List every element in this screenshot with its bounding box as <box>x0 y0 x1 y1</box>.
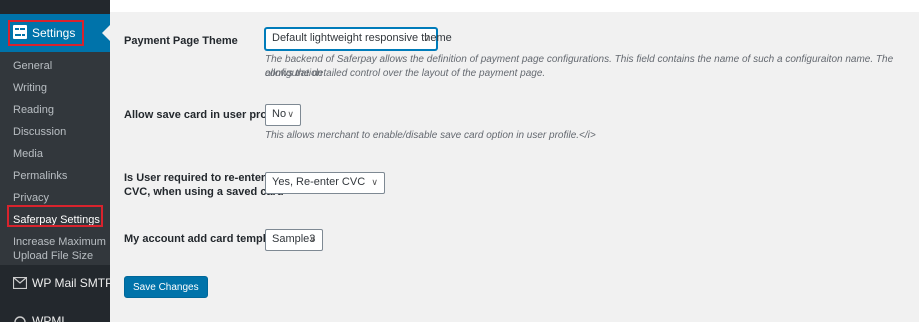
card-template-select[interactable]: Sample3 ∨ <box>265 229 323 251</box>
sidebar-item-reading[interactable]: Reading <box>13 104 54 116</box>
reenter-cvc-label-line1: Is User required to re-enter his <box>124 172 285 184</box>
payment-page-theme-select[interactable]: Default lightweight responsive theme ∨ <box>265 28 452 50</box>
chevron-down-icon: ∨ <box>423 33 430 43</box>
payment-page-theme-desc-line2: allows the detailed control over the lay… <box>265 68 546 79</box>
allow-save-card-label: Allow save card in user profile <box>124 109 283 121</box>
sidebar-item-wpml[interactable]: WPML <box>0 306 110 322</box>
payment-page-theme-label: Payment Page Theme <box>124 35 238 47</box>
wpml-icon <box>13 315 27 322</box>
allow-save-card-value: No <box>272 108 287 120</box>
save-changes-button[interactable]: Save Changes <box>124 276 208 298</box>
allow-save-card-select[interactable]: No ∨ <box>265 104 301 126</box>
top-bar <box>110 0 919 12</box>
sidebar-item-wp-mail-smtp[interactable]: WP Mail SMTP <box>0 268 114 298</box>
sidebar-top-strip <box>0 0 110 14</box>
card-template-label: My account add card template <box>124 233 282 245</box>
sidebar-item-wpml-label: WPML <box>32 314 68 322</box>
sidebar-item-increase-max-upload[interactable]: Increase Maximum <box>13 236 106 248</box>
sidebar-item-privacy[interactable]: Privacy <box>13 192 49 204</box>
chevron-down-icon: ∨ <box>309 234 316 244</box>
sidebar-item-media[interactable]: Media <box>13 148 43 160</box>
sidebar-item-discussion[interactable]: Discussion <box>13 126 66 138</box>
chevron-down-icon: ∨ <box>371 177 378 187</box>
current-menu-arrow <box>102 25 110 41</box>
mail-icon <box>12 276 28 290</box>
sidebar-item-wp-mail-smtp-label: WP Mail SMTP <box>32 276 114 290</box>
sidebar-item-increase-max-upload-line2[interactable]: Upload File Size <box>13 250 93 262</box>
admin-sidebar: Settings General Writing Reading Discuss… <box>0 0 114 322</box>
reenter-cvc-select[interactable]: Yes, Re-enter CVC ∨ <box>265 172 385 194</box>
sidebar-item-general[interactable]: General <box>13 60 52 72</box>
sidebar-item-permalinks[interactable]: Permalinks <box>13 170 67 182</box>
settings-content: Payment Page Theme Default lightweight r… <box>110 0 919 322</box>
settings-submenu: General Writing Reading Discussion Media… <box>0 52 110 265</box>
sidebar-item-writing[interactable]: Writing <box>13 82 47 94</box>
allow-save-card-desc: This allows merchant to enable/disable s… <box>265 130 596 141</box>
chevron-down-icon: ∨ <box>287 109 294 119</box>
reenter-cvc-value: Yes, Re-enter CVC <box>272 176 366 188</box>
saferpay-highlight-box <box>7 205 103 227</box>
reenter-cvc-label-line2: CVC, when using a saved card <box>124 186 284 198</box>
settings-highlight-box <box>8 20 84 46</box>
